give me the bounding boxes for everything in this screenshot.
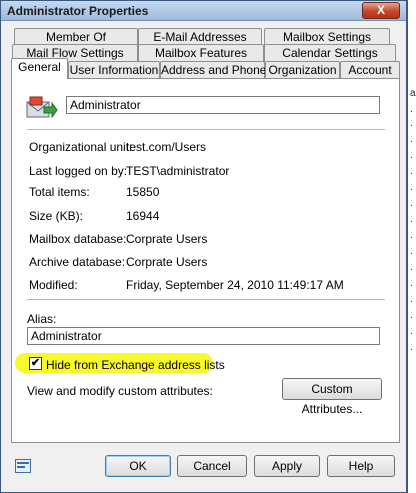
last-logged-label: Last logged on by: <box>29 164 128 178</box>
help-context-icon[interactable] <box>15 459 31 473</box>
background-mark: . <box>410 230 413 241</box>
tab-address-and-phone[interactable]: Address and Phone <box>160 61 266 79</box>
mailbox-db-value: Corprate Users <box>126 232 208 246</box>
close-button[interactable]: X <box>362 2 400 19</box>
tab-mailbox-features[interactable]: Mailbox Features <box>138 44 264 62</box>
background-mark: . <box>410 278 413 289</box>
size-value: 16944 <box>126 209 160 223</box>
tab-organization[interactable]: Organization <box>265 61 340 79</box>
general-tab-panel: Administrator Organizational unit: test.… <box>11 78 400 443</box>
total-items-value: 15850 <box>126 185 160 199</box>
size-label: Size (KB): <box>29 209 84 223</box>
alias-label: Alias: <box>27 312 57 326</box>
org-unit-label: Organizational unit: <box>29 140 133 154</box>
background-mark: . <box>410 246 413 257</box>
background-mark: . <box>410 326 413 337</box>
archive-db-label: Archive database: <box>29 255 126 269</box>
custom-attributes-button[interactable]: Custom Attributes... <box>282 378 382 416</box>
background-mark: . <box>410 294 413 305</box>
background-mark: . <box>410 342 413 353</box>
tab-general[interactable]: General <box>11 58 68 79</box>
background-mark: . <box>410 214 413 225</box>
tab-account[interactable]: Account <box>340 61 400 79</box>
modified-value: Friday, September 24, 2010 11:49:17 AM <box>126 278 344 292</box>
divider-middle <box>27 299 385 300</box>
background-window-strip: a . . . . . . . . . . . . . . . . <box>409 0 416 493</box>
tab-calendar-settings[interactable]: Calendar Settings <box>264 44 396 62</box>
properties-dialog: Administrator Properties X Member Of E-M… <box>0 0 408 493</box>
background-mark: . <box>410 182 413 193</box>
background-mark: . <box>410 166 413 177</box>
background-mark: . <box>410 262 413 273</box>
custom-attributes-label: View and modify custom attributes: <box>27 384 213 398</box>
last-logged-value: TEST\administrator <box>126 164 230 178</box>
background-mark: . <box>410 118 413 129</box>
background-mark: . <box>410 134 413 145</box>
title-bar[interactable]: Administrator Properties X <box>1 1 406 21</box>
background-mark: . <box>410 310 413 321</box>
display-name-input[interactable]: Administrator <box>66 96 380 114</box>
mailbox-user-icon <box>26 96 58 119</box>
help-button[interactable]: Help <box>327 455 395 477</box>
divider-top <box>27 129 385 130</box>
ok-button[interactable]: OK <box>105 455 171 477</box>
tab-user-information[interactable]: User Information <box>68 61 160 79</box>
background-mark: . <box>410 198 413 209</box>
apply-button[interactable]: Apply <box>254 455 320 477</box>
hide-from-address-lists-checkbox[interactable]: ✔ <box>29 357 42 370</box>
background-mark: a <box>410 88 416 99</box>
archive-db-value: Corprate Users <box>126 255 208 269</box>
cancel-button[interactable]: Cancel <box>177 455 247 477</box>
modified-label: Modified: <box>29 278 78 292</box>
mailbox-db-label: Mailbox database: <box>29 232 127 246</box>
background-mark: . <box>410 104 413 115</box>
total-items-label: Total items: <box>29 185 90 199</box>
alias-input[interactable]: Administrator <box>27 327 380 345</box>
org-unit-value: test.com/Users <box>126 140 207 154</box>
hide-from-address-lists-label[interactable]: Hide from Exchange address lists <box>46 358 225 372</box>
window-title: Administrator Properties <box>7 4 149 18</box>
background-mark: . <box>410 150 413 161</box>
